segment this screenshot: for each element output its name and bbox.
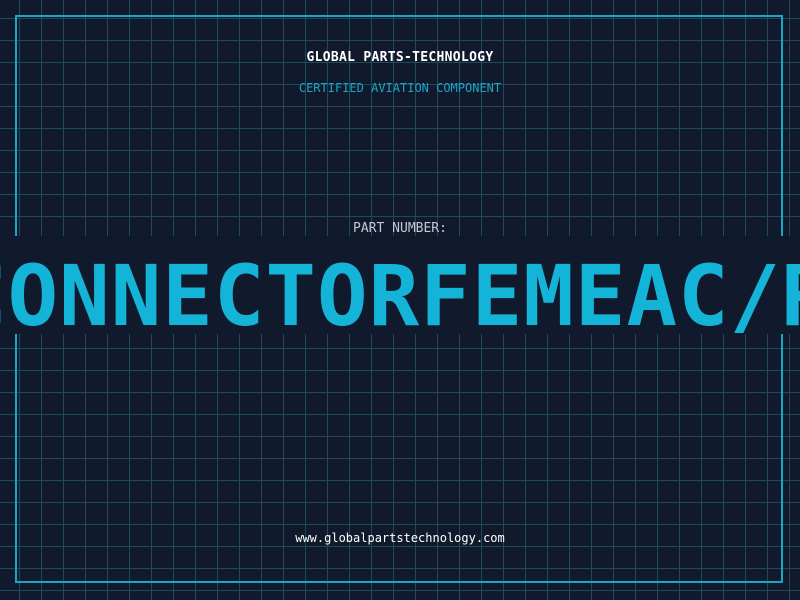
- part-number-value: CONNECTORFEMEAC/ROSCAO: [0, 248, 800, 344]
- part-number-container: CONNECTORFEMEAC/ROSCAO: [0, 248, 800, 344]
- certification-subtitle: CERTIFIED AVIATION COMPONENT: [298, 81, 502, 95]
- certificate-card: GLOBAL PARTS-TECHNOLOGY CERTIFIED AVIATI…: [0, 0, 800, 600]
- company-name: GLOBAL PARTS-TECHNOLOGY: [306, 50, 494, 65]
- part-number-label: PART NUMBER:: [353, 221, 447, 236]
- website-url: www.globalpartstechnology.com: [295, 531, 505, 545]
